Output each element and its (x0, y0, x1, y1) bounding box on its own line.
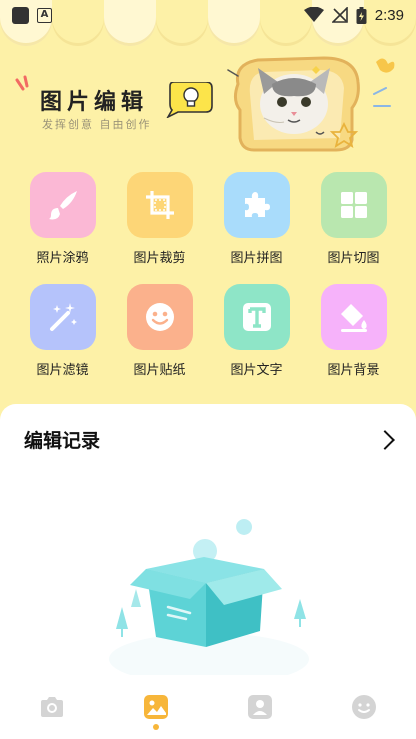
tool-background[interactable]: 图片背景 (305, 284, 402, 378)
tool-label: 图片裁剪 (133, 251, 186, 266)
status-bar: A 2:39 (0, 0, 416, 30)
tool-filter[interactable]: 图片滤镜 (14, 284, 111, 378)
lightbulb-bubble-icon (166, 82, 213, 118)
tool-label: 图片文字 (230, 363, 283, 378)
records-header[interactable]: 编辑记录 (24, 426, 396, 453)
active-indicator (153, 724, 159, 730)
clock: 2:39 (374, 6, 404, 24)
nav-mine[interactable] (334, 682, 394, 732)
puzzle-icon (244, 192, 270, 217)
tool-slice[interactable]: 图片切图 (305, 172, 402, 266)
crop-icon (145, 191, 174, 219)
nav-camera[interactable] (22, 682, 82, 732)
tool-icon-tile (320, 172, 387, 238)
tool-label: 图片贴纸 (133, 363, 186, 378)
smiley-icon (145, 303, 174, 331)
no-signal-icon (331, 7, 348, 23)
tool-icon-tile (126, 172, 193, 238)
cat-toast-illustration (227, 56, 395, 152)
paint-bucket-icon (340, 304, 367, 332)
nav-profile[interactable] (230, 682, 290, 732)
notification-app-icon (12, 6, 29, 24)
tool-label: 图片背景 (327, 363, 380, 378)
tool-label: 图片切图 (327, 251, 380, 266)
picture-icon (144, 695, 168, 719)
bottom-nav (0, 675, 416, 739)
magic-wand-icon (49, 303, 77, 331)
tool-crop[interactable]: 图片裁剪 (111, 172, 208, 266)
battery-icon (356, 6, 367, 24)
tool-label: 照片涂鸦 (36, 251, 89, 266)
records-title: 编辑记录 (24, 430, 101, 452)
tool-label: 图片拼图 (230, 251, 283, 266)
grid-icon (340, 192, 367, 218)
tool-icon-tile (29, 284, 96, 350)
brush-icon (48, 191, 77, 220)
tool-text[interactable]: 图片文字 (208, 284, 305, 378)
person-icon (248, 695, 272, 719)
tool-icon-tile (223, 284, 290, 350)
empty-box-illustration (109, 519, 309, 685)
page-subtitle: 发挥创意 自由创作 (42, 118, 152, 131)
sparkle-icon (15, 75, 29, 91)
chevron-right-icon[interactable] (375, 429, 395, 450)
text-icon (242, 303, 271, 331)
tool-sticker[interactable]: 图片贴纸 (111, 284, 208, 378)
wifi-icon (303, 7, 324, 22)
tool-grid: 照片涂鸦 图片裁剪 图片拼图 图片切图 图片滤镜 图片贴纸 图片文字 图片背景 (0, 172, 416, 378)
tool-icon-tile (29, 172, 96, 238)
tool-icon-tile (320, 284, 387, 350)
smiley-icon (352, 695, 376, 719)
tool-label: 图片滤镜 (36, 363, 89, 378)
nav-gallery[interactable] (126, 682, 186, 732)
notification-letter-icon: A (37, 7, 52, 23)
tool-doodle[interactable]: 照片涂鸦 (14, 172, 111, 266)
page-title: 图片编辑 (40, 90, 149, 115)
tool-collage[interactable]: 图片拼图 (208, 172, 305, 266)
tool-icon-tile (126, 284, 193, 350)
camera-icon (41, 697, 63, 717)
tool-icon-tile (223, 172, 290, 238)
